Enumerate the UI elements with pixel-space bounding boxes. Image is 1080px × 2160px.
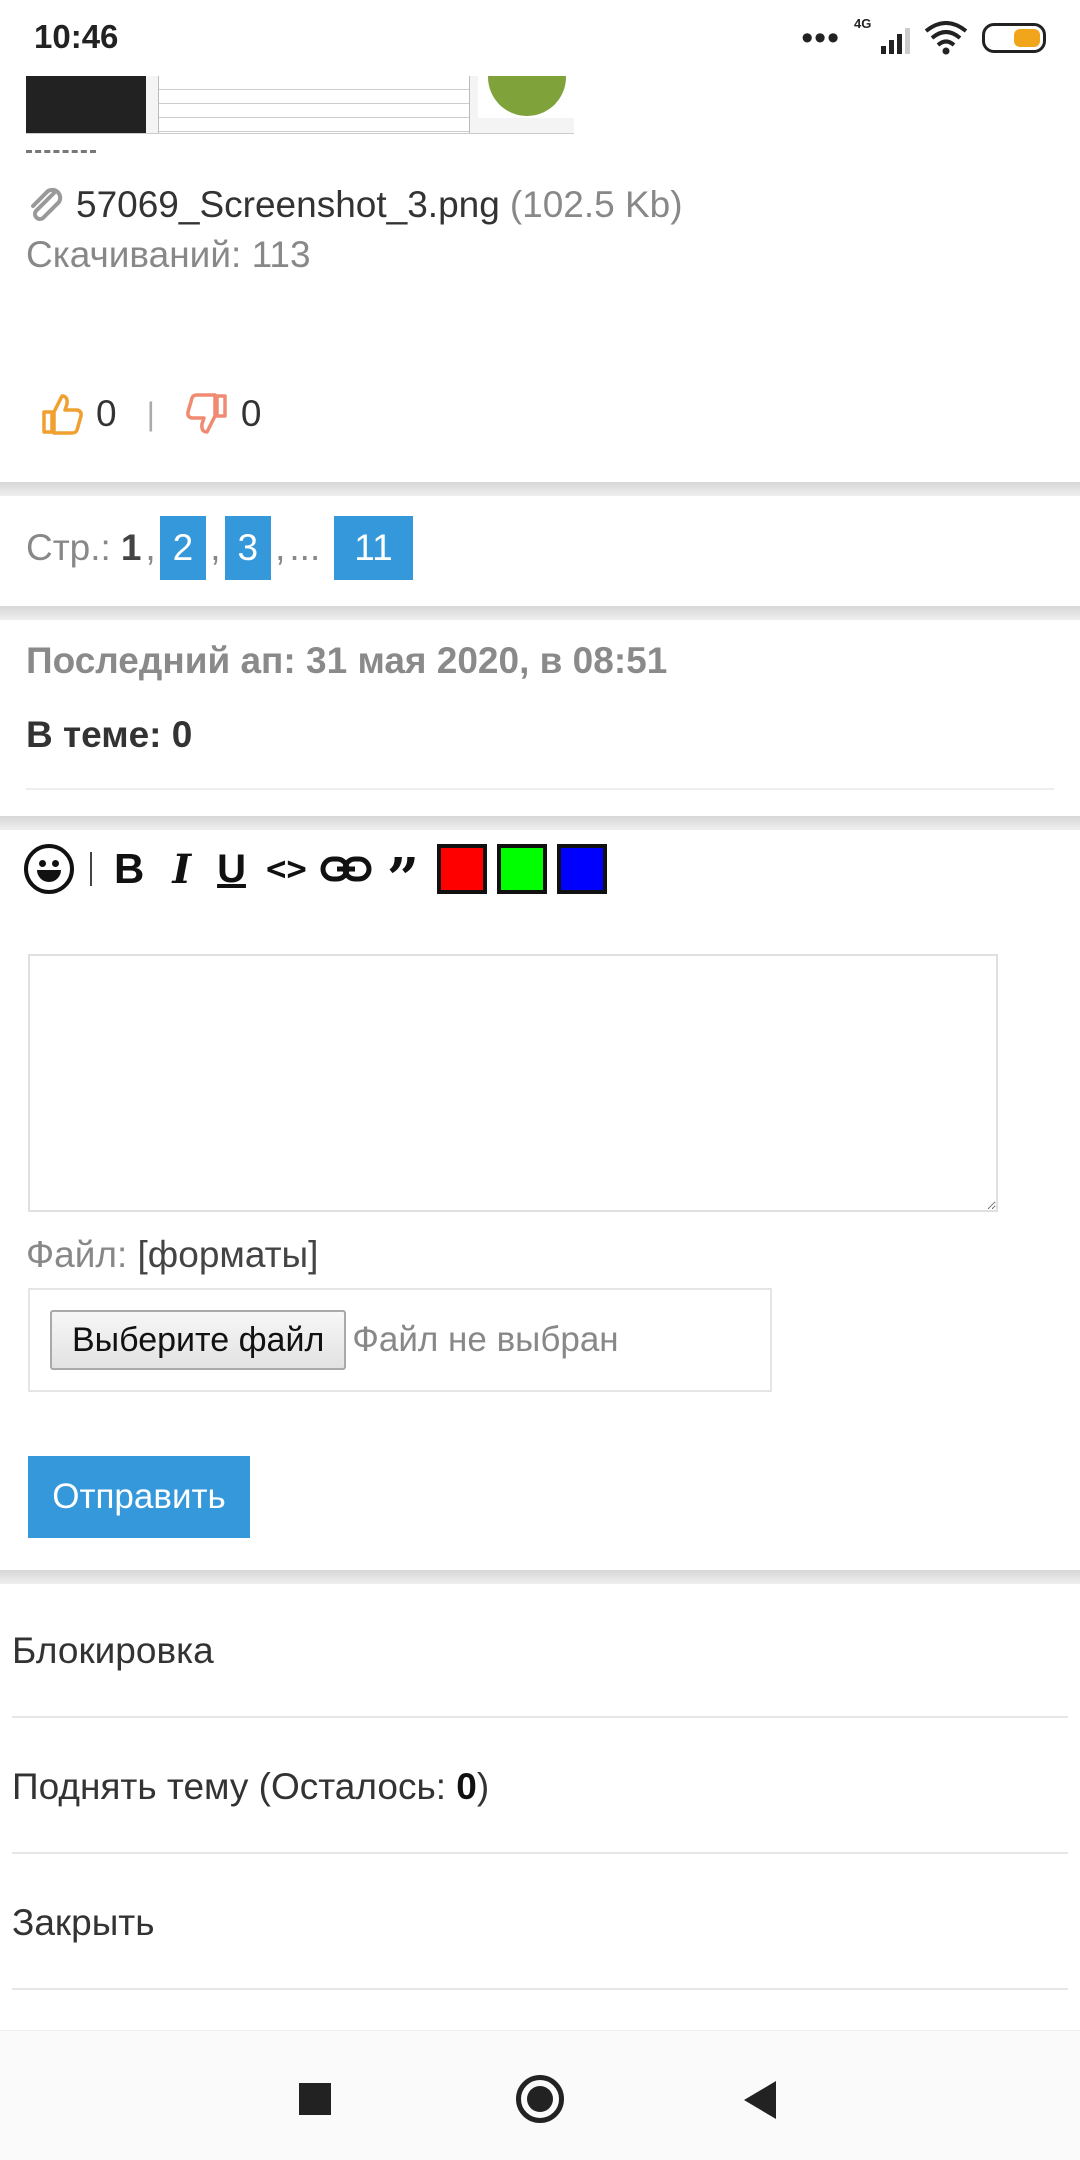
section-divider	[0, 606, 1080, 620]
network-type-label: 4G	[854, 16, 872, 31]
underline-button[interactable]: U	[217, 842, 246, 896]
pagination-page-3[interactable]: 3	[224, 516, 272, 580]
thumbnail-sidebar	[26, 76, 146, 133]
smiley-icon[interactable]	[24, 844, 74, 894]
thumbnail-chart	[478, 76, 574, 118]
pagination-current-page: 1	[120, 527, 142, 568]
thumbnail-table	[158, 76, 470, 133]
section-divider	[0, 482, 1080, 496]
choose-file-button[interactable]: Выберите файл	[50, 1310, 347, 1370]
code-button[interactable]: <>	[266, 842, 307, 896]
no-file-selected-text: Файл не выбран	[352, 1320, 619, 1359]
paperclip-icon	[31, 187, 63, 221]
menu-item-raise-topic[interactable]: Поднять тему (Осталось: 0)	[0, 1720, 1080, 1854]
file-label: Файл: [форматы]	[26, 1234, 318, 1276]
color-blue-button[interactable]	[557, 844, 608, 894]
pagination-label: Стр.:	[26, 527, 111, 568]
quote-button[interactable]: ”	[387, 842, 419, 907]
raise-count: 0	[456, 1766, 477, 1807]
vote-separator: |	[146, 395, 155, 432]
divider	[26, 788, 1054, 790]
more-notifications-icon: •••	[801, 19, 840, 57]
dislike-count: 0	[240, 393, 262, 434]
back-icon[interactable]	[744, 2081, 776, 2119]
menu-item-close[interactable]: Закрыть	[0, 1856, 1080, 1990]
pagination-page-2[interactable]: 2	[159, 516, 207, 580]
italic-button[interactable]: I	[172, 842, 191, 896]
home-icon[interactable]	[516, 2075, 564, 2123]
download-count: Скачиваний: 113	[26, 234, 311, 275]
link-icon[interactable]	[319, 842, 373, 896]
section-divider	[0, 1570, 1080, 1584]
attachment-file-line: 57069_Screenshot_3.png (102.5 Kb)	[26, 184, 683, 226]
thumbs-up-icon[interactable]	[40, 392, 84, 436]
thumbs-down-icon[interactable]	[185, 392, 229, 436]
color-green-button[interactable]	[497, 844, 548, 894]
pagination-page-last[interactable]: 11	[334, 516, 413, 580]
status-icons: ••• 4G	[801, 16, 1046, 58]
menu-item-lock[interactable]: Блокировка	[0, 1584, 1080, 1718]
menu-item-close-label: Закрыть	[12, 1902, 155, 1943]
bold-button[interactable]: B	[114, 842, 144, 896]
pagination-ellipsis: ...	[289, 527, 321, 568]
editor-toolbar: B I U <> ”	[24, 842, 617, 907]
system-nav-bar	[0, 2030, 1080, 2160]
status-time: 10:46	[34, 18, 119, 55]
menu-item-raise-label: Поднять тему (Осталось: 0)	[12, 1766, 490, 1807]
attachment-file-name[interactable]: 57069_Screenshot_3.png	[76, 184, 500, 226]
vote-bar: 0 | 0	[40, 392, 261, 436]
battery-icon	[982, 23, 1046, 53]
like-count: 0	[96, 393, 117, 434]
section-divider	[0, 816, 1080, 830]
menu-item-lock-label: Блокировка	[12, 1630, 214, 1671]
in-topic-count: В теме: 0	[26, 714, 193, 755]
formats-link[interactable]: [форматы]	[138, 1234, 319, 1275]
wifi-icon	[924, 21, 968, 55]
toolbar-separator	[90, 852, 92, 886]
submit-button[interactable]: Отправить	[28, 1456, 250, 1538]
status-bar: 10:46 ••• 4G	[0, 0, 1080, 76]
message-input[interactable]	[28, 954, 998, 1212]
cellular-signal-icon: 4G	[854, 16, 910, 58]
divider	[26, 150, 96, 153]
attachment-thumbnail[interactable]	[26, 76, 574, 134]
last-update: Последний ап: 31 мая 2020, в 08:51	[26, 640, 668, 681]
pagination: Стр.: 1, 2, 3, ... 11	[26, 516, 413, 580]
file-input[interactable]: Выберите файл Файл не выбран	[28, 1288, 772, 1392]
recent-apps-icon[interactable]	[299, 2083, 331, 2115]
color-red-button[interactable]	[437, 844, 488, 894]
file-label-text: Файл:	[26, 1234, 128, 1275]
attachment-file-size: (102.5 Kb)	[509, 184, 683, 225]
